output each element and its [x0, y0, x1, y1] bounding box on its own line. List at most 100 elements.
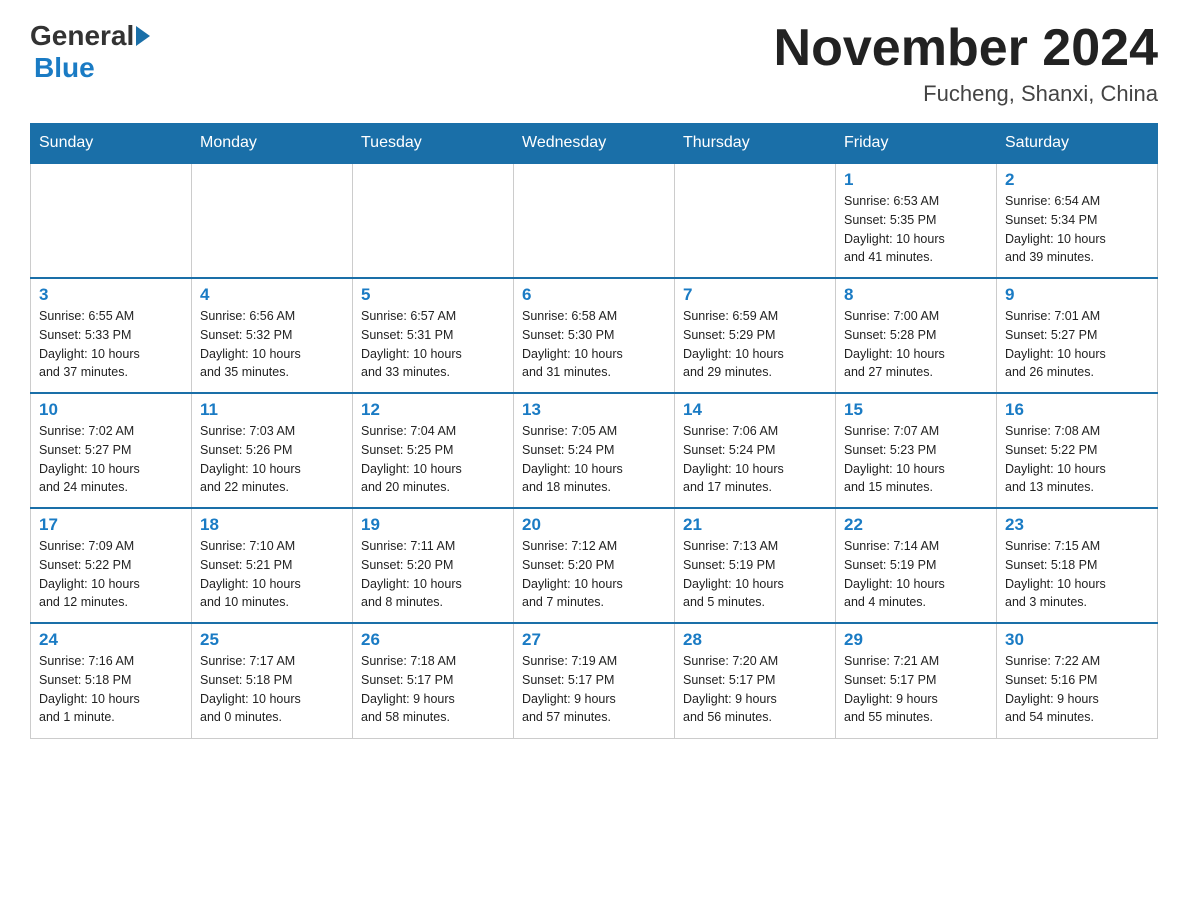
calendar-cell: 24Sunrise: 7:16 AM Sunset: 5:18 PM Dayli… — [31, 623, 192, 738]
calendar-cell: 30Sunrise: 7:22 AM Sunset: 5:16 PM Dayli… — [997, 623, 1158, 738]
day-info: Sunrise: 6:53 AM Sunset: 5:35 PM Dayligh… — [844, 192, 988, 267]
day-number: 27 — [522, 630, 666, 650]
day-number: 20 — [522, 515, 666, 535]
calendar-cell: 8Sunrise: 7:00 AM Sunset: 5:28 PM Daylig… — [836, 278, 997, 393]
header-friday: Friday — [836, 124, 997, 164]
day-number: 15 — [844, 400, 988, 420]
header-wednesday: Wednesday — [514, 124, 675, 164]
day-number: 28 — [683, 630, 827, 650]
week-row: 24Sunrise: 7:16 AM Sunset: 5:18 PM Dayli… — [31, 623, 1158, 738]
day-number: 29 — [844, 630, 988, 650]
day-number: 26 — [361, 630, 505, 650]
day-info: Sunrise: 7:10 AM Sunset: 5:21 PM Dayligh… — [200, 537, 344, 612]
day-info: Sunrise: 6:56 AM Sunset: 5:32 PM Dayligh… — [200, 307, 344, 382]
calendar-cell: 12Sunrise: 7:04 AM Sunset: 5:25 PM Dayli… — [353, 393, 514, 508]
calendar-cell: 13Sunrise: 7:05 AM Sunset: 5:24 PM Dayli… — [514, 393, 675, 508]
calendar-cell: 19Sunrise: 7:11 AM Sunset: 5:20 PM Dayli… — [353, 508, 514, 623]
day-info: Sunrise: 7:00 AM Sunset: 5:28 PM Dayligh… — [844, 307, 988, 382]
day-number: 21 — [683, 515, 827, 535]
calendar-cell: 10Sunrise: 7:02 AM Sunset: 5:27 PM Dayli… — [31, 393, 192, 508]
day-info: Sunrise: 6:58 AM Sunset: 5:30 PM Dayligh… — [522, 307, 666, 382]
calendar-cell — [31, 163, 192, 278]
calendar-cell: 16Sunrise: 7:08 AM Sunset: 5:22 PM Dayli… — [997, 393, 1158, 508]
day-info: Sunrise: 7:17 AM Sunset: 5:18 PM Dayligh… — [200, 652, 344, 727]
day-info: Sunrise: 7:18 AM Sunset: 5:17 PM Dayligh… — [361, 652, 505, 727]
week-row: 17Sunrise: 7:09 AM Sunset: 5:22 PM Dayli… — [31, 508, 1158, 623]
day-number: 10 — [39, 400, 183, 420]
day-info: Sunrise: 6:59 AM Sunset: 5:29 PM Dayligh… — [683, 307, 827, 382]
calendar-cell: 4Sunrise: 6:56 AM Sunset: 5:32 PM Daylig… — [192, 278, 353, 393]
day-info: Sunrise: 7:16 AM Sunset: 5:18 PM Dayligh… — [39, 652, 183, 727]
day-number: 12 — [361, 400, 505, 420]
day-number: 23 — [1005, 515, 1149, 535]
calendar-cell: 25Sunrise: 7:17 AM Sunset: 5:18 PM Dayli… — [192, 623, 353, 738]
day-info: Sunrise: 7:22 AM Sunset: 5:16 PM Dayligh… — [1005, 652, 1149, 727]
day-number: 19 — [361, 515, 505, 535]
day-info: Sunrise: 6:57 AM Sunset: 5:31 PM Dayligh… — [361, 307, 505, 382]
day-info: Sunrise: 7:11 AM Sunset: 5:20 PM Dayligh… — [361, 537, 505, 612]
day-info: Sunrise: 7:14 AM Sunset: 5:19 PM Dayligh… — [844, 537, 988, 612]
calendar-cell: 11Sunrise: 7:03 AM Sunset: 5:26 PM Dayli… — [192, 393, 353, 508]
calendar-cell: 7Sunrise: 6:59 AM Sunset: 5:29 PM Daylig… — [675, 278, 836, 393]
calendar-cell: 28Sunrise: 7:20 AM Sunset: 5:17 PM Dayli… — [675, 623, 836, 738]
calendar-cell: 3Sunrise: 6:55 AM Sunset: 5:33 PM Daylig… — [31, 278, 192, 393]
calendar-cell: 29Sunrise: 7:21 AM Sunset: 5:17 PM Dayli… — [836, 623, 997, 738]
calendar-cell: 15Sunrise: 7:07 AM Sunset: 5:23 PM Dayli… — [836, 393, 997, 508]
week-row: 3Sunrise: 6:55 AM Sunset: 5:33 PM Daylig… — [31, 278, 1158, 393]
calendar-cell: 27Sunrise: 7:19 AM Sunset: 5:17 PM Dayli… — [514, 623, 675, 738]
day-info: Sunrise: 7:15 AM Sunset: 5:18 PM Dayligh… — [1005, 537, 1149, 612]
day-info: Sunrise: 7:09 AM Sunset: 5:22 PM Dayligh… — [39, 537, 183, 612]
day-number: 17 — [39, 515, 183, 535]
month-title: November 2024 — [774, 20, 1158, 77]
calendar-table: Sunday Monday Tuesday Wednesday Thursday… — [30, 123, 1158, 739]
day-info: Sunrise: 7:03 AM Sunset: 5:26 PM Dayligh… — [200, 422, 344, 497]
day-number: 18 — [200, 515, 344, 535]
day-info: Sunrise: 7:05 AM Sunset: 5:24 PM Dayligh… — [522, 422, 666, 497]
day-number: 2 — [1005, 170, 1149, 190]
title-area: November 2024 Fucheng, Shanxi, China — [774, 20, 1158, 107]
calendar-cell: 6Sunrise: 6:58 AM Sunset: 5:30 PM Daylig… — [514, 278, 675, 393]
day-number: 30 — [1005, 630, 1149, 650]
calendar-cell: 2Sunrise: 6:54 AM Sunset: 5:34 PM Daylig… — [997, 163, 1158, 278]
day-info: Sunrise: 6:55 AM Sunset: 5:33 PM Dayligh… — [39, 307, 183, 382]
day-number: 16 — [1005, 400, 1149, 420]
day-number: 8 — [844, 285, 988, 305]
logo: General Blue — [30, 20, 152, 84]
header-thursday: Thursday — [675, 124, 836, 164]
day-info: Sunrise: 7:02 AM Sunset: 5:27 PM Dayligh… — [39, 422, 183, 497]
day-info: Sunrise: 7:01 AM Sunset: 5:27 PM Dayligh… — [1005, 307, 1149, 382]
calendar-cell — [353, 163, 514, 278]
day-number: 9 — [1005, 285, 1149, 305]
calendar-cell: 23Sunrise: 7:15 AM Sunset: 5:18 PM Dayli… — [997, 508, 1158, 623]
calendar-cell — [675, 163, 836, 278]
day-info: Sunrise: 7:12 AM Sunset: 5:20 PM Dayligh… — [522, 537, 666, 612]
logo-general: General — [30, 20, 134, 52]
week-row: 10Sunrise: 7:02 AM Sunset: 5:27 PM Dayli… — [31, 393, 1158, 508]
header: General Blue November 2024 Fucheng, Shan… — [30, 20, 1158, 107]
weekday-header-row: Sunday Monday Tuesday Wednesday Thursday… — [31, 124, 1158, 164]
day-info: Sunrise: 6:54 AM Sunset: 5:34 PM Dayligh… — [1005, 192, 1149, 267]
day-number: 11 — [200, 400, 344, 420]
day-info: Sunrise: 7:06 AM Sunset: 5:24 PM Dayligh… — [683, 422, 827, 497]
day-number: 7 — [683, 285, 827, 305]
day-info: Sunrise: 7:21 AM Sunset: 5:17 PM Dayligh… — [844, 652, 988, 727]
header-tuesday: Tuesday — [353, 124, 514, 164]
calendar-cell: 20Sunrise: 7:12 AM Sunset: 5:20 PM Dayli… — [514, 508, 675, 623]
logo-text: General — [30, 20, 152, 52]
day-number: 25 — [200, 630, 344, 650]
header-saturday: Saturday — [997, 124, 1158, 164]
day-info: Sunrise: 7:08 AM Sunset: 5:22 PM Dayligh… — [1005, 422, 1149, 497]
day-info: Sunrise: 7:13 AM Sunset: 5:19 PM Dayligh… — [683, 537, 827, 612]
calendar-cell — [514, 163, 675, 278]
day-info: Sunrise: 7:07 AM Sunset: 5:23 PM Dayligh… — [844, 422, 988, 497]
day-number: 24 — [39, 630, 183, 650]
day-number: 22 — [844, 515, 988, 535]
calendar-cell — [192, 163, 353, 278]
calendar-cell: 5Sunrise: 6:57 AM Sunset: 5:31 PM Daylig… — [353, 278, 514, 393]
calendar-cell: 9Sunrise: 7:01 AM Sunset: 5:27 PM Daylig… — [997, 278, 1158, 393]
day-number: 6 — [522, 285, 666, 305]
day-number: 14 — [683, 400, 827, 420]
calendar-cell: 18Sunrise: 7:10 AM Sunset: 5:21 PM Dayli… — [192, 508, 353, 623]
calendar-cell: 26Sunrise: 7:18 AM Sunset: 5:17 PM Dayli… — [353, 623, 514, 738]
logo-arrow-icon — [136, 26, 150, 46]
